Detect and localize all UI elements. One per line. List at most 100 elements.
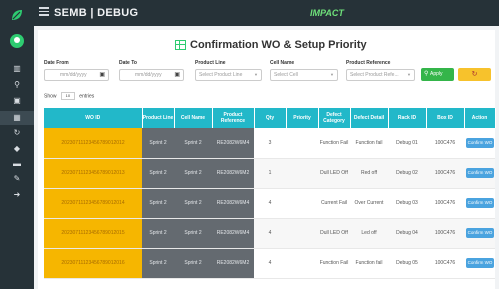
- header-wo-id[interactable]: WO ID: [44, 108, 143, 128]
- confirm-wo-button[interactable]: Confirm WO: [466, 168, 494, 178]
- product-reference-select[interactable]: Select Product Refe... ▼: [346, 69, 415, 81]
- dashboard-icon[interactable]: ▥: [12, 64, 22, 74]
- show-prefix: Show: [44, 93, 57, 100]
- cell-box-id: 100C476: [426, 158, 464, 189]
- cell-product-reference: RE2082W6M2: [212, 158, 254, 189]
- cell-defect-detail: Red off: [350, 158, 388, 189]
- table-row: 20230711123456789012013 Sprint 2 Sprint …: [44, 158, 495, 189]
- cell-action: Confirm WO: [464, 188, 495, 219]
- logo-icon[interactable]: [9, 7, 25, 23]
- cell-priority[interactable]: [286, 248, 318, 279]
- tag-icon[interactable]: ◆: [12, 144, 22, 154]
- cell-box-id: 100C476: [426, 188, 464, 219]
- header-box-id[interactable]: Box ID: [426, 108, 465, 128]
- cell-rack-id: Debug 02: [388, 158, 426, 189]
- cell-priority[interactable]: [286, 218, 318, 249]
- header-defect-category[interactable]: Defect Category: [318, 108, 351, 128]
- cell-defect-detail: Function fail: [350, 248, 388, 279]
- top-bar: SEMB | DEBUG IMPACT: [34, 0, 499, 26]
- date-to-label: Date To: [119, 60, 137, 66]
- header-priority[interactable]: Priority: [286, 108, 319, 128]
- folder-icon[interactable]: ▬: [12, 159, 22, 169]
- user-avatar[interactable]: [10, 34, 24, 48]
- confirm-wo-button[interactable]: Confirm WO: [466, 258, 494, 268]
- product-line-select[interactable]: Select Product Line ▼: [195, 69, 262, 81]
- wo-table: WO ID Product Line Cell Name Product Ref…: [44, 108, 496, 279]
- cell-name-select[interactable]: Select Cell ▼: [270, 69, 338, 81]
- chevron-down-icon: ▼: [407, 72, 411, 77]
- date-from-placeholder: mm/dd/yyyy: [60, 72, 87, 78]
- header-product-line[interactable]: Product Line: [142, 108, 175, 128]
- cell-priority[interactable]: [286, 188, 318, 219]
- cell-wo-id: 20230711123456789012014: [44, 188, 142, 219]
- header-cell-name[interactable]: Cell Name: [174, 108, 213, 128]
- cell-qty: 4: [254, 248, 286, 279]
- confirm-wo-button[interactable]: Confirm WO: [466, 228, 494, 238]
- cell-priority[interactable]: [286, 128, 318, 159]
- cell-product-reference: RE2082W6M2: [212, 248, 254, 279]
- date-from-label: Date From: [44, 60, 69, 66]
- cell-qty: 4: [254, 218, 286, 249]
- header-qty[interactable]: Qty: [254, 108, 287, 128]
- wrench-icon[interactable]: ✎: [12, 174, 22, 184]
- table-row: 20230711123456789012015 Sprint 2 Sprint …: [44, 218, 495, 249]
- header-rack-id[interactable]: Rack ID: [388, 108, 427, 128]
- search-icon[interactable]: ⚲: [12, 80, 22, 90]
- show-suffix: entries: [79, 93, 95, 100]
- briefcase-icon[interactable]: ▣: [12, 96, 22, 106]
- cell-rack-id: Debug 04: [388, 218, 426, 249]
- cell-defect-detail: Over Current: [350, 188, 388, 219]
- entries-select[interactable]: 10: [60, 92, 75, 100]
- table-row: 20230711123456789012016 Sprint 2 Sprint …: [44, 248, 495, 279]
- table-title-icon: [175, 40, 186, 50]
- cell-product-line: Sprint 2: [142, 158, 174, 189]
- cell-cell-name: Sprint 2: [174, 128, 212, 159]
- calendar-icon[interactable]: ▣: [174, 70, 180, 80]
- product-reference-label: Product Reference: [346, 60, 391, 66]
- cell-name-label: Cell Name: [270, 60, 295, 66]
- confirm-wo-button[interactable]: Confirm WO: [466, 198, 494, 208]
- cell-defect-category: Dull LED Off: [318, 218, 350, 249]
- cell-qty: 1: [254, 158, 286, 189]
- app-title: SEMB | DEBUG: [54, 7, 139, 19]
- cell-qty: 3: [254, 128, 286, 159]
- hamburger-menu-icon[interactable]: [39, 7, 49, 17]
- cell-cell-name: Sprint 2: [174, 188, 212, 219]
- cell-product-reference: RE2082W6M4: [212, 188, 254, 219]
- date-to-input[interactable]: mm/dd/yyyy ▣: [119, 69, 184, 81]
- header-product-reference[interactable]: Product Reference: [212, 108, 255, 128]
- cell-defect-category: Function Fail: [318, 128, 350, 159]
- cell-box-id: 100C476: [426, 248, 464, 279]
- apply-button[interactable]: ⚲ Apply: [421, 68, 454, 81]
- cell-product-line: Sprint 2: [142, 218, 174, 249]
- cell-priority[interactable]: [286, 158, 318, 189]
- refresh-icon[interactable]: ↻: [12, 128, 22, 138]
- signout-icon[interactable]: ➜: [12, 190, 22, 200]
- cell-defect-category: Function Fail: [318, 248, 350, 279]
- table-icon[interactable]: ▦: [12, 113, 22, 123]
- product-line-placeholder: Select Product Line: [199, 72, 243, 78]
- cell-wo-id: 20230711123456789012016: [44, 248, 142, 279]
- search-icon: ⚲: [424, 71, 429, 77]
- cell-product-line: Sprint 2: [142, 128, 174, 159]
- cell-box-id: 100C476: [426, 218, 464, 249]
- cell-wo-id: 20230711123456789012013: [44, 158, 142, 189]
- calendar-icon[interactable]: ▣: [99, 70, 105, 80]
- header-action: Action: [464, 108, 496, 128]
- brand-logo: IMPACT: [310, 8, 344, 18]
- cell-action: Confirm WO: [464, 248, 495, 279]
- date-from-input[interactable]: mm/dd/yyyy ▣: [44, 69, 109, 81]
- header-defect-detail[interactable]: Defect Detail: [350, 108, 389, 128]
- cell-product-reference: RE2082W6M4: [212, 218, 254, 249]
- cell-box-id: 100C476: [426, 128, 464, 159]
- cell-product-reference: RE2082W6M4: [212, 128, 254, 159]
- cell-defect-category: Dull LED Off: [318, 158, 350, 189]
- chevron-down-icon: ▼: [330, 72, 334, 77]
- cell-product-line: Sprint 2: [142, 188, 174, 219]
- cell-rack-id: Debug 01: [388, 128, 426, 159]
- main-card: Confirmation WO & Setup Priority Date Fr…: [38, 30, 496, 289]
- reset-button[interactable]: ↻: [458, 68, 491, 81]
- table-row: 20230711123456789012012 Sprint 2 Sprint …: [44, 128, 495, 159]
- confirm-wo-button[interactable]: Confirm WO: [466, 138, 494, 148]
- cell-defect-category: Current Fail: [318, 188, 350, 219]
